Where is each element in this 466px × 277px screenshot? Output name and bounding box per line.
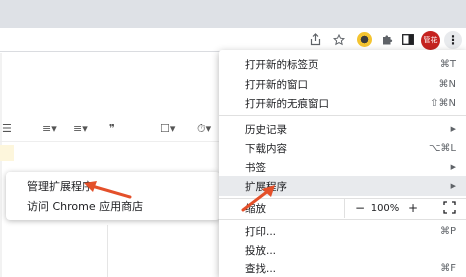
profile-avatar[interactable]: 管花 — [421, 31, 440, 50]
menu-item-label: 打印... — [245, 225, 277, 238]
sidepanel-icon[interactable] — [399, 31, 416, 48]
menu-item-new-tab[interactable]: 打开新的标签页 ⌘T — [219, 54, 466, 74]
chrome-main-menu: 打开新的标签页 ⌘T 打开新的窗口 ⌘N 打开新的无痕窗口 ⇧⌘N 历史记录 ▶… — [219, 50, 466, 277]
menu-item-shortcut: ⌥⌘L — [428, 142, 456, 154]
menu-item-label: 打开新的窗口 — [245, 78, 308, 91]
menu-item-label: 书签 — [245, 161, 266, 174]
menu-item-shortcut: ⌘N — [438, 78, 456, 90]
chrome-web-store-item[interactable]: 访问 Chrome 应用商店 — [6, 196, 220, 216]
zoom-divider — [344, 198, 345, 218]
menu-item-extensions[interactable]: 扩展程序 ▶ — [219, 176, 466, 196]
menu-item-shortcut: ⇧⌘N — [430, 97, 456, 109]
menu-item-label: 查找... — [245, 262, 277, 275]
submenu-item-label: 访问 Chrome 应用商店 — [27, 200, 144, 213]
menu-item-label: 打开新的无痕窗口 — [245, 97, 329, 110]
insert-block-icon[interactable]: ☐▾ — [160, 122, 175, 135]
menu-button[interactable]: ⋮ — [444, 31, 462, 49]
menu-item-label: 缩放 — [245, 202, 266, 215]
menu-item-label: 打开新的标签页 — [245, 58, 319, 71]
extension-icon[interactable] — [357, 32, 372, 47]
menu-item-label: 历史记录 — [245, 123, 287, 136]
menu-item-zoom: 缩放 − 100% + — [219, 198, 466, 218]
menu-separator — [219, 115, 466, 116]
menu-separator — [219, 219, 466, 220]
page-divider — [107, 225, 108, 277]
align-icon[interactable]: ≡▾ — [42, 122, 57, 135]
document-toolbar: ☰ ≡▾ ≡▾ ❞ ☐▾ ⏱▾ — [0, 114, 230, 142]
highlight-strip — [0, 145, 14, 161]
menu-item-label: 投放... — [245, 244, 277, 257]
menu-item-shortcut: ⌘F — [440, 262, 456, 274]
submenu-arrow-icon: ▶ — [450, 163, 456, 171]
browser-toolbar — [0, 28, 466, 52]
menu-item-history[interactable]: 历史记录 ▶ — [219, 119, 466, 139]
submenu-item-label: 管理扩展程序 — [27, 180, 93, 193]
submenu-arrow-icon: ▶ — [450, 182, 456, 190]
menu-item-bookmarks[interactable]: 书签 ▶ — [219, 157, 466, 177]
indent-icon[interactable]: ☰ — [2, 122, 12, 135]
menu-item-shortcut: ⌘P — [439, 225, 456, 237]
menu-item-label: 下载内容 — [245, 142, 287, 155]
page-left-border — [0, 53, 2, 277]
manage-extensions-item[interactable]: 管理扩展程序 — [6, 176, 220, 196]
fullscreen-icon[interactable] — [443, 201, 456, 214]
menu-item-print[interactable]: 打印... ⌘P — [219, 221, 466, 241]
menu-item-incognito[interactable]: 打开新的无痕窗口 ⇧⌘N — [219, 93, 466, 113]
extensions-submenu: 管理扩展程序 访问 Chrome 应用商店 — [6, 172, 220, 220]
tab-strip — [0, 0, 466, 28]
menu-item-shortcut: ⌘T — [439, 58, 456, 70]
puzzle-icon[interactable] — [378, 31, 395, 48]
zoom-in-button[interactable]: + — [403, 198, 423, 218]
line-spacing-icon[interactable]: ≡▾ — [73, 122, 88, 135]
zoom-level: 100% — [370, 202, 400, 214]
timer-icon[interactable]: ⏱▾ — [197, 122, 211, 136]
menu-item-downloads[interactable]: 下载内容 ⌥⌘L — [219, 138, 466, 158]
menu-item-cast[interactable]: 投放... — [219, 240, 466, 260]
zoom-out-button[interactable]: − — [350, 198, 370, 218]
menu-item-find[interactable]: 查找... ⌘F — [219, 258, 466, 277]
menu-item-label: 扩展程序 — [245, 180, 287, 193]
share-icon[interactable] — [307, 31, 324, 48]
menu-item-new-window[interactable]: 打开新的窗口 ⌘N — [219, 74, 466, 94]
quote-icon[interactable]: ❞ — [109, 122, 115, 135]
star-icon[interactable] — [330, 31, 347, 48]
submenu-arrow-icon: ▶ — [450, 125, 456, 133]
